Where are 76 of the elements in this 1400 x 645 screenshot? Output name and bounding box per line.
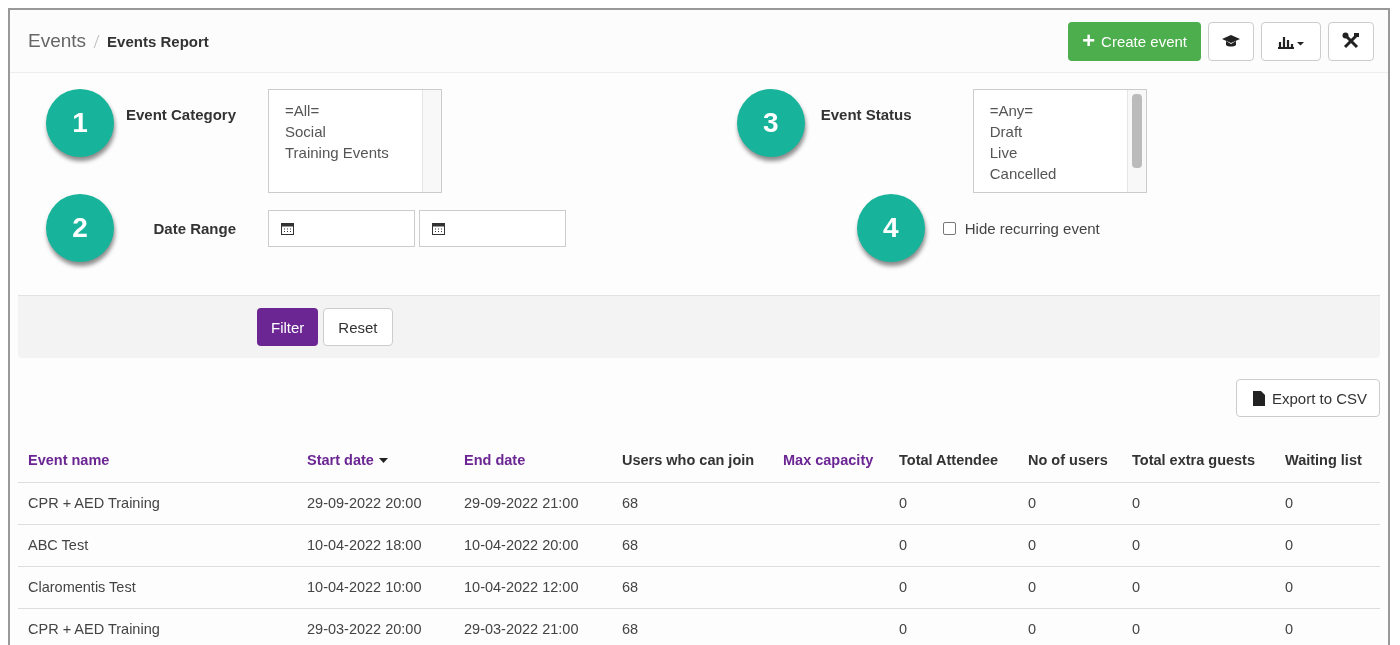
- field-label: Date Range: [152, 219, 236, 237]
- sortable-column-header[interactable]: Max capacity: [783, 451, 874, 468]
- table-cell: 10-04-2022 12:00: [464, 579, 579, 595]
- table-cell: 68: [622, 621, 639, 637]
- table-cell: 29-03-2022 21:00: [464, 621, 579, 637]
- reset-button[interactable]: Reset: [323, 308, 393, 346]
- table-cell: 10-04-2022 20:00: [464, 537, 579, 553]
- table-cell: 0: [1132, 495, 1141, 511]
- list-option[interactable]: Cancelled: [989, 163, 1127, 184]
- sortable-column-header[interactable]: Start date: [307, 451, 388, 468]
- column-header: Users who can join: [622, 451, 755, 468]
- table-cell: 29-03-2022 20:00: [307, 621, 422, 637]
- step-badge: 1: [46, 89, 114, 157]
- sortable-column-header[interactable]: Event name: [28, 451, 110, 468]
- table-cell: 10-04-2022 10:00: [307, 579, 422, 595]
- table-cell: 0: [1285, 537, 1294, 553]
- table-cell: CPR + AED Training: [28, 621, 160, 637]
- date-field[interactable]: [268, 209, 415, 247]
- table-cell: 0: [1028, 495, 1037, 511]
- filter-button[interactable]: Filter: [257, 308, 319, 346]
- checkbox[interactable]: [942, 221, 956, 235]
- table-cell: ABC Test: [28, 537, 89, 553]
- table-cell: 0: [1132, 537, 1141, 553]
- list-option[interactable]: Social: [285, 121, 422, 142]
- scrollbar-thumb[interactable]: [1131, 94, 1142, 168]
- table-cell: 0: [1285, 495, 1294, 511]
- table-cell: 0: [1285, 621, 1294, 637]
- table-cell: 0: [1132, 621, 1141, 637]
- list-option[interactable]: =All=: [285, 100, 422, 121]
- table-cell: 68: [622, 495, 639, 511]
- table-cell: 0: [1028, 579, 1037, 595]
- tools-button[interactable]: [1328, 21, 1374, 61]
- table-cell: 10-04-2022 18:00: [307, 537, 422, 553]
- step-badge: 3: [736, 89, 805, 157]
- list-option[interactable]: =Any=: [989, 100, 1127, 121]
- table-cell: Claromentis Test: [28, 579, 136, 595]
- table-cell: 0: [899, 621, 908, 637]
- step-badge: 2: [46, 194, 114, 262]
- sort-caret-icon: [378, 457, 388, 464]
- step-badge: 4: [856, 194, 925, 262]
- column-header: No of users: [1028, 451, 1108, 468]
- sortable-column-header[interactable]: End date: [464, 451, 526, 468]
- tools-icon: [1342, 32, 1360, 50]
- category-listbox[interactable]: =All= Social Training Events: [268, 89, 442, 193]
- table-cell: 0: [1028, 537, 1037, 553]
- breadcrumb-link[interactable]: Events: [28, 30, 87, 52]
- field-label: Event Status: [820, 106, 913, 123]
- table-cell: 68: [622, 579, 639, 595]
- column-header: Waiting list: [1285, 451, 1362, 468]
- checkbox-label: Hide recurring event: [964, 219, 1100, 237]
- field-label: Event Category: [124, 106, 236, 123]
- column-header: Total Attendee: [899, 451, 999, 468]
- table-cell: 0: [1028, 621, 1037, 637]
- status-listbox[interactable]: =Any= Draft Live Cancelled: [972, 89, 1147, 193]
- calendar-icon: [281, 221, 294, 235]
- table-cell: 29-09-2022 20:00: [307, 495, 422, 511]
- chart-dropdown-button[interactable]: [1261, 21, 1321, 61]
- table-cell: 29-09-2022 21:00: [464, 495, 579, 511]
- export-csv-button[interactable]: Export to CSV: [1235, 379, 1380, 417]
- column-header: Total extra guests: [1132, 451, 1256, 468]
- table-cell: 0: [899, 537, 908, 553]
- table-cell: 0: [899, 579, 908, 595]
- document-icon: [1252, 390, 1265, 406]
- training-button[interactable]: [1208, 21, 1254, 61]
- table-cell: 0: [1132, 579, 1141, 595]
- table-cell: 0: [899, 495, 908, 511]
- table-cell: 0: [1285, 579, 1294, 595]
- date-field[interactable]: [419, 209, 566, 247]
- list-option[interactable]: Draft: [989, 121, 1127, 142]
- calendar-icon: [432, 221, 445, 235]
- list-option[interactable]: Live: [989, 142, 1127, 163]
- breadcrumb-current: Events Report: [107, 32, 209, 50]
- table-cell: 68: [622, 537, 639, 553]
- graduation-cap-icon: [1222, 34, 1240, 48]
- table-cell: CPR + AED Training: [28, 495, 160, 511]
- list-option[interactable]: Training Events: [285, 142, 422, 163]
